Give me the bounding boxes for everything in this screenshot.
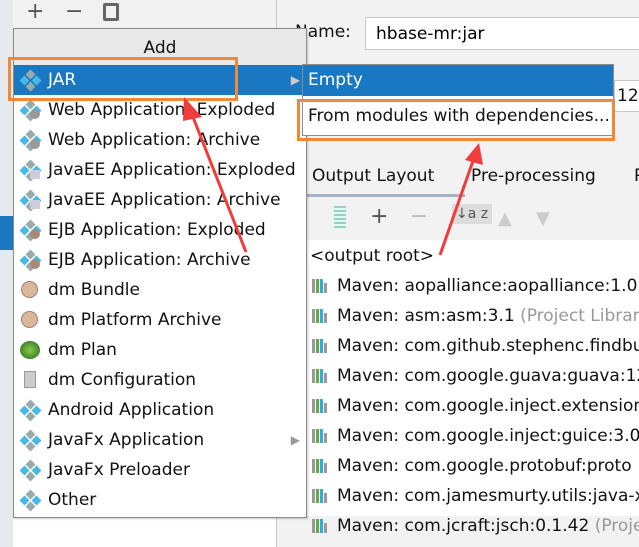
annotation-arrow-1 — [189, 111, 248, 253]
annotation-arrows — [183, 97, 483, 256]
annotation-arrowhead-2 — [465, 143, 483, 165]
annotation-arrow-2 — [438, 157, 476, 256]
annotation-arrowhead-1 — [183, 97, 202, 121]
